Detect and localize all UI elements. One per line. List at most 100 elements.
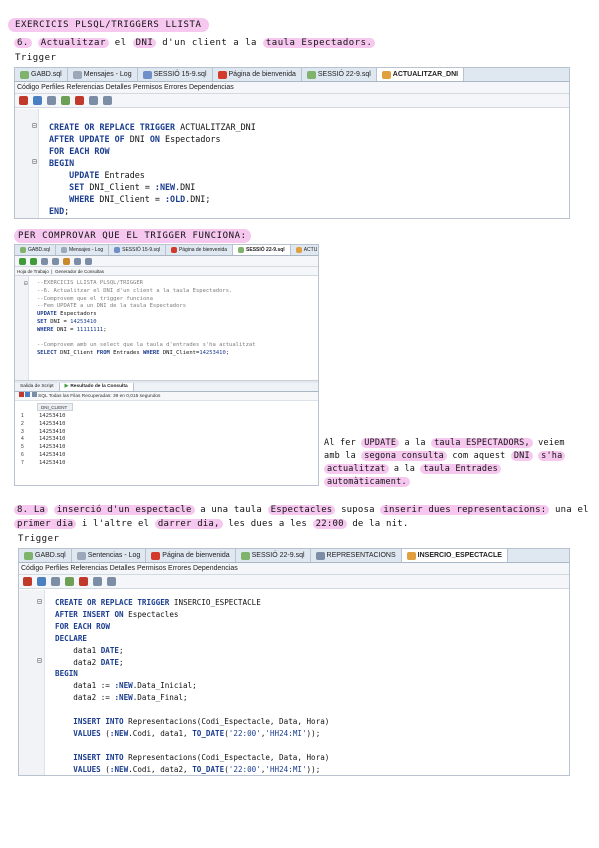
editor-gutter bbox=[15, 276, 29, 380]
tab-gabd[interactable]: GABD.sql bbox=[19, 549, 72, 562]
code-text: CREATE OR REPLACE TRIGGER ACTUALITZAR_DN… bbox=[49, 121, 256, 217]
ide-window-actualitzar-dni: GABD.sql Mensajes - Log SESSIÓ 15-9.sql … bbox=[14, 67, 570, 219]
tab-sessio-15[interactable]: SESSIÓ 15-9.sql bbox=[138, 68, 213, 81]
tab-gabd[interactable]: GABD.sql bbox=[15, 245, 56, 255]
sql-file-icon bbox=[240, 551, 250, 560]
q8-text: a una taula bbox=[200, 505, 262, 515]
subtab-worksheet[interactable]: Hoja de Trabajo bbox=[17, 269, 49, 274]
sql-file-icon bbox=[114, 247, 121, 253]
commit-icon[interactable] bbox=[41, 257, 48, 265]
code-line: BEGIN bbox=[49, 158, 75, 168]
fold-icon[interactable]: ⊟ bbox=[24, 280, 28, 287]
fold-icon[interactable]: ⊟ bbox=[37, 597, 42, 606]
code-line: SELECT DNI_Client FROM Entrades WHERE DN… bbox=[37, 350, 230, 357]
run-icon[interactable] bbox=[61, 96, 70, 105]
q6-text-1: Actualitzar bbox=[37, 38, 109, 48]
tab-label: SESSIÓ 22-9.sql bbox=[317, 71, 371, 78]
editor-subtab-menu[interactable]: Código Perfiles Referencias Detalles Per… bbox=[15, 82, 569, 94]
fold-icon[interactable]: ⊟ bbox=[32, 121, 37, 130]
run-icon[interactable] bbox=[65, 577, 74, 586]
table-cell[interactable]: 14253410 bbox=[39, 421, 66, 427]
autotrace-icon[interactable] bbox=[74, 257, 81, 265]
tab-sessio-22[interactable]: SESSIÓ 22-9.sql bbox=[233, 245, 291, 255]
code-line: UPDATE Entrades bbox=[69, 170, 145, 180]
profile-icon[interactable] bbox=[103, 96, 112, 105]
tab-insercio-espectacle[interactable]: INSERCIO_ESPECTACLE bbox=[401, 549, 508, 562]
fetch-status: SQL Todas las Filas Recuperadas: 39 en 0… bbox=[38, 394, 161, 399]
tab-welcome[interactable]: Página de bienvenida bbox=[166, 245, 234, 255]
tab-actualitzar-dni[interactable]: ACTUALITZAR_DNI bbox=[376, 68, 465, 81]
print-icon[interactable] bbox=[25, 392, 31, 397]
tab-representacions[interactable]: REPRESENTACIONS bbox=[311, 549, 402, 562]
compile-icon[interactable] bbox=[51, 577, 60, 586]
tab-log[interactable]: Mensajes - Log bbox=[68, 68, 138, 81]
tab-label: Mensajes - Log bbox=[83, 71, 132, 78]
tab-welcome[interactable]: Página de bienvenida bbox=[213, 68, 302, 81]
tab-gabd[interactable]: GABD.sql bbox=[15, 68, 68, 81]
explain-plan-icon[interactable] bbox=[63, 257, 70, 265]
note-text: com aquest bbox=[452, 451, 506, 461]
pin-icon[interactable] bbox=[19, 96, 28, 105]
refresh-icon[interactable] bbox=[31, 392, 37, 397]
table-cell[interactable]: 14253410 bbox=[39, 436, 66, 442]
note-highlight: s'ha bbox=[538, 451, 566, 461]
code-line: --EXERCICIS LLISTA PLSQL/TRIGGER bbox=[37, 280, 143, 286]
table-cell[interactable]: 14253410 bbox=[39, 460, 66, 466]
rollback-icon[interactable] bbox=[52, 257, 59, 265]
tab-label: GABD.sql bbox=[28, 247, 50, 253]
fold-icon[interactable]: ⊟ bbox=[37, 656, 42, 665]
bookmark-icon[interactable] bbox=[89, 96, 98, 105]
edit-icon[interactable] bbox=[37, 577, 46, 586]
profile-icon[interactable] bbox=[107, 577, 116, 586]
table-icon bbox=[315, 551, 325, 560]
pin-icon[interactable] bbox=[19, 392, 24, 397]
tab-label: Página de bienvenida bbox=[162, 552, 230, 559]
tab-sessio-22[interactable]: SESSIÓ 22-9.sql bbox=[302, 68, 377, 81]
edit-icon[interactable] bbox=[33, 96, 42, 105]
code-editor[interactable]: ⊟ --EXERCICIS LLISTA PLSQL/TRIGGER --6. A… bbox=[15, 276, 318, 380]
ide-window-verify: GABD.sql Mensajes - Log SESSIÓ 15-9.sql … bbox=[14, 244, 319, 486]
tab-label: Resultado de la Consulta bbox=[70, 384, 128, 389]
tab-script-output[interactable]: Salida de Script bbox=[15, 383, 60, 391]
code-line: --Comprovem que el trigger funciona bbox=[37, 295, 153, 302]
tab-log[interactable]: Sentencias - Log bbox=[72, 549, 147, 562]
table-cell[interactable]: 14253410 bbox=[39, 413, 66, 419]
code-line: data2 := :NEW.Data_Final; bbox=[55, 693, 188, 703]
tab-query-result[interactable]: ▶ Resultado de la Consulta bbox=[59, 383, 134, 391]
tab-welcome[interactable]: Página de bienvenida bbox=[146, 549, 236, 562]
debug-icon[interactable] bbox=[79, 577, 88, 586]
play-icon: ▶ bbox=[64, 384, 69, 389]
welcome-icon bbox=[217, 70, 227, 79]
q6-text-3: DNI bbox=[132, 38, 157, 48]
note-highlight: actualitzat bbox=[324, 464, 389, 474]
debug-icon[interactable] bbox=[75, 96, 84, 105]
explanation-note: Al fer UPDATE a la taula ESPECTADORS, ve… bbox=[324, 437, 574, 489]
subtab-query-builder[interactable]: Generador de Consultas bbox=[55, 269, 104, 274]
pin-icon[interactable] bbox=[23, 577, 32, 586]
run-script-icon[interactable] bbox=[30, 257, 37, 265]
worksheet-subtabs: Hoja de Trabajo | Generador de Consultas bbox=[15, 267, 318, 276]
q8-text: les dues a les bbox=[228, 519, 307, 529]
code-editor[interactable]: ⊟ ⊟ CREATE OR REPLACE TRIGGER INSERCIO_E… bbox=[19, 590, 569, 775]
table-cell[interactable]: 14253410 bbox=[39, 429, 66, 435]
editor-subtab-menu[interactable]: Código Perfiles Referencias Detalles Per… bbox=[19, 563, 569, 575]
tab-log[interactable]: Mensajes - Log bbox=[56, 245, 110, 255]
result-status-bar: SQL Todas las Filas Recuperadas: 39 en 0… bbox=[15, 392, 318, 401]
tab-actu[interactable]: ACTU bbox=[291, 245, 318, 255]
table-cell[interactable]: 14253410 bbox=[39, 444, 66, 450]
editor-tab-bar: GABD.sql Sentencias - Log Página de bien… bbox=[19, 549, 569, 563]
compile-icon[interactable] bbox=[47, 96, 56, 105]
tab-sessio-15[interactable]: SESSIÓ 15-9.sql bbox=[109, 245, 166, 255]
clear-icon[interactable] bbox=[85, 257, 92, 265]
table-cell[interactable]: 14253410 bbox=[39, 452, 66, 458]
code-line: CREATE OR REPLACE TRIGGER ACTUALITZAR_DN… bbox=[49, 122, 256, 132]
bookmark-icon[interactable] bbox=[93, 577, 102, 586]
column-header-dni-client[interactable]: DNI_CLIENT bbox=[37, 403, 73, 411]
row-number: 6 bbox=[21, 452, 24, 458]
fold-icon[interactable]: ⊟ bbox=[32, 157, 37, 166]
run-statement-icon[interactable] bbox=[19, 257, 26, 265]
code-editor[interactable]: ⊟ ⊟ CREATE OR REPLACE TRIGGER ACTUALITZA… bbox=[15, 109, 569, 218]
ide-window-insercio-espectacle: GABD.sql Sentencias - Log Página de bien… bbox=[18, 548, 570, 776]
code-line: VALUES (:NEW.Codi, data1, TO_DATE('22:00… bbox=[73, 728, 321, 738]
tab-sessio-22[interactable]: SESSIÓ 22-9.sql bbox=[236, 549, 311, 562]
